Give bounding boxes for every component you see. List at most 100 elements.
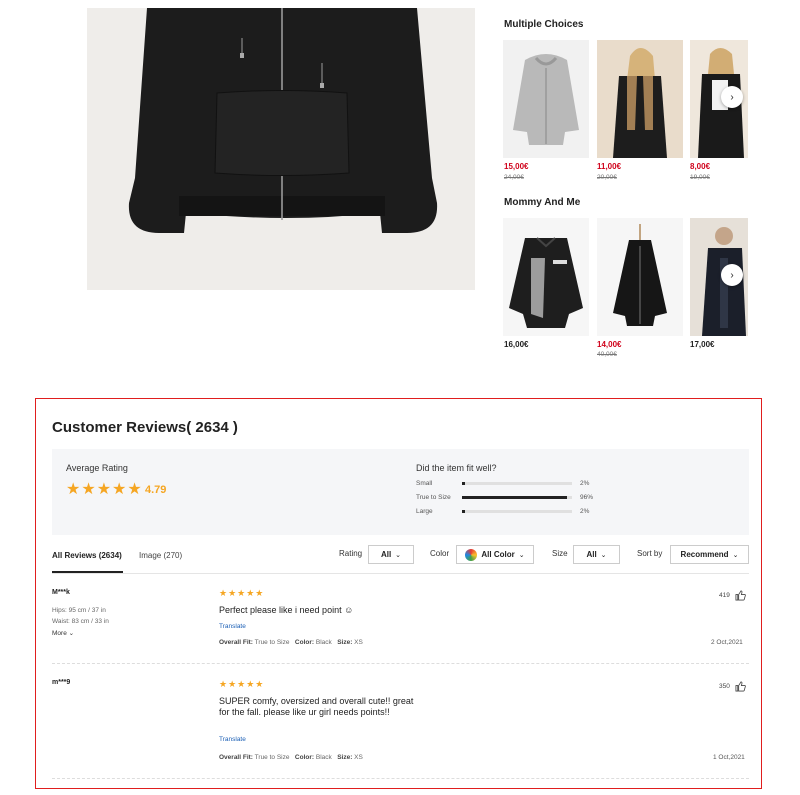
review-meta: Overall Fit: True to Size Color: Black S… [219,754,363,761]
sort-dropdown[interactable]: Recommend ⌄ [670,545,749,564]
review-meta: Overall Fit: True to Size Color: Black S… [219,639,363,646]
review-divider [52,663,749,664]
review-divider [52,778,749,779]
translate-link[interactable]: Translate [219,736,246,743]
rating-filter-dropdown[interactable]: All ⌄ [368,545,414,564]
fit-bar-fill [462,482,465,485]
like-button[interactable]: 419 [719,590,746,601]
product-thumb-bomber-jacket[interactable] [503,218,589,336]
fit-label: Overall Fit: [219,754,253,761]
tab-image-reviews[interactable]: Image (270) [139,551,182,560]
price: 14,00€ [597,340,622,349]
leopard-jacket-model-image [597,40,683,158]
more-label: More [52,630,67,637]
old-price: 20,00€ [597,174,617,181]
size-value: XS [354,639,363,646]
fit-percent: 96% [580,494,594,501]
hoodie-illustration [87,8,475,290]
product-main-image[interactable] [87,8,475,290]
fit-bar-fill [462,510,465,513]
fit-row-large: Large 2% [416,508,589,515]
dropdown-value: Recommend [680,550,729,559]
color-value: Black [315,639,332,646]
reviews-title: Customer Reviews( 2634 ) [52,419,238,436]
color-filter-dropdown[interactable]: All Color ⌄ [456,545,534,564]
sort-label: Sort by [637,549,663,558]
chevron-down-icon: ⌄ [732,551,739,559]
old-price: 40,00€ [597,351,617,358]
fit-value: True to Size [254,754,290,761]
thumbs-up-icon [735,681,746,692]
like-count: 350 [719,683,730,690]
review-date: 1 Oct,2021 [713,754,745,761]
rating-summary: Average Rating ★★★★★ 4.79 Did the item f… [52,449,749,535]
dropdown-value: All [586,550,597,559]
review-stars-icon: ★★★★★ [219,588,265,598]
color-value: Black [315,754,332,761]
carousel-next-button[interactable]: › [721,86,743,108]
fit-question: Did the item fit well? [416,463,497,473]
fit-row-true-to-size: True to Size 96% [416,494,593,501]
product-thumb-leopard-jacket[interactable] [597,40,683,158]
dropdown-value: All Color [481,550,515,559]
more-details-link[interactable]: More ⌄ [52,629,74,637]
fit-bar [462,496,572,499]
color-filter-label: Color [430,549,450,558]
product-thumb-kids-hoodie[interactable] [597,218,683,336]
price: 17,00€ [690,340,715,349]
review-stars-icon: ★★★★★ [219,679,265,689]
reviewer-hips: Hips: 95 cm / 37 in [52,607,106,614]
color-label: Color: [294,754,315,761]
fit-label: Small [416,480,433,487]
tab-all-reviews[interactable]: All Reviews (2634) [52,551,122,560]
chevron-down-icon: ⌄ [68,630,75,637]
color-label: Color: [294,639,315,646]
section-title-mommy-and-me: Mommy And Me [504,197,581,208]
section-title-multiple-choices: Multiple Choices [504,19,584,30]
price: 16,00€ [504,340,529,349]
size-label: Size: [337,639,353,646]
fit-percent: 2% [580,508,590,515]
size-filter-label: Size [552,549,568,558]
review-text: Perfect please like i need point ☺ [219,605,354,615]
old-price: 19,00€ [690,174,710,181]
size-label: Size: [337,754,353,761]
like-count: 419 [719,592,730,599]
chevron-right-icon: › [730,91,734,103]
price: 8,00€ [690,162,711,171]
fit-label: Overall Fit: [219,639,253,646]
tabs-divider [52,573,749,574]
size-filter-dropdown[interactable]: All ⌄ [573,545,620,564]
translate-link[interactable]: Translate [219,623,246,630]
fit-row-small: Small 2% [416,480,589,487]
customer-reviews-section: Customer Reviews( 2634 ) Average Rating … [35,398,762,789]
chevron-down-icon: ⌄ [518,551,525,559]
fit-bar [462,482,572,485]
product-thumb-gray-hoodie[interactable] [503,40,589,158]
average-rating-value: 4.79 [145,484,167,496]
price: 11,00€ [597,162,622,171]
average-stars-icon: ★★★★★ [66,481,143,498]
reviewer-waist: Waist: 83 cm / 33 in [52,618,109,625]
price: 15,00€ [504,162,529,171]
fit-label: True to Size [416,494,451,501]
carousel-next-button[interactable]: › [721,264,743,286]
fit-value: True to Size [254,639,290,646]
review-date: 2 Oct,2021 [711,639,743,646]
fit-bar [462,510,572,513]
fit-label: Large [416,508,433,515]
bomber-jacket-image [509,237,583,328]
old-price: 24,00€ [504,174,524,181]
reviewer-name: m***9 [52,679,71,686]
like-button[interactable]: 350 [719,681,746,692]
fit-bar-fill [462,496,567,499]
color-wheel-icon [465,548,478,561]
average-rating-label: Average Rating [66,463,128,473]
dropdown-value: All [380,550,392,559]
chevron-down-icon: ⌄ [395,551,402,559]
kids-hoodie-image [613,224,667,326]
reviewer-name: M***k [52,589,70,596]
rating-filter-label: Rating [339,549,363,558]
chevron-right-icon: › [730,269,734,281]
review-text: SUPER comfy, oversized and overall cute!… [219,696,414,717]
